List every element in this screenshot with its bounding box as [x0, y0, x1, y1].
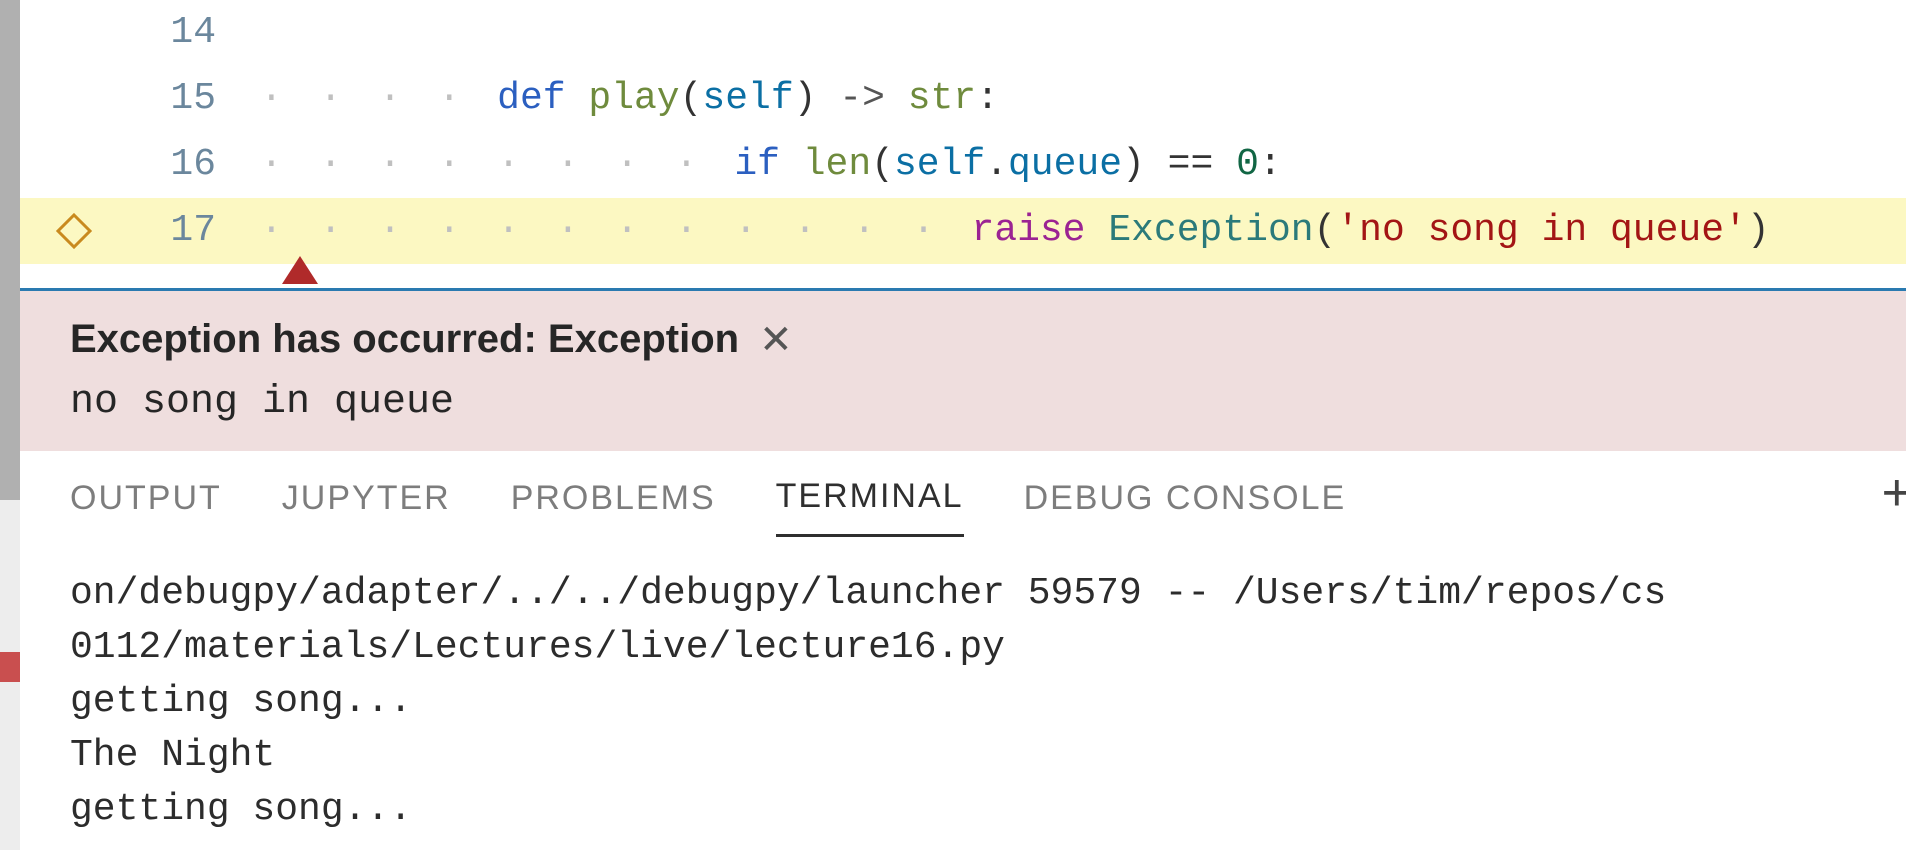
- exception-panel: Exception has occurred: Exception ✕ no s…: [20, 288, 1906, 451]
- terminal-output[interactable]: on/debugpy/adapter/../../debugpy/launche…: [70, 537, 1906, 837]
- code-content[interactable]: · · · · def play(self) -> str:: [260, 66, 1906, 132]
- tab-terminal[interactable]: TERMINAL: [776, 469, 964, 537]
- panel-tabs: OUTPUT JUPYTER PROBLEMS TERMINAL DEBUG C…: [70, 469, 1906, 537]
- tab-output[interactable]: OUTPUT: [70, 471, 222, 536]
- param-self: self: [702, 77, 793, 120]
- minimap-overview[interactable]: [0, 0, 20, 850]
- func-name: play: [588, 77, 679, 120]
- keyword-def: def: [497, 77, 565, 120]
- keyword-if: if: [734, 143, 780, 186]
- terminal-line: The Night: [70, 734, 275, 777]
- tab-jupyter[interactable]: JUPYTER: [282, 471, 451, 536]
- code-content[interactable]: · · · · · · · · · · · · raise Exception(…: [260, 198, 1906, 264]
- func-len: len: [803, 143, 871, 186]
- code-line-current[interactable]: 17 · · · · · · · · · · · · raise Excepti…: [20, 198, 1906, 264]
- attr-queue: queue: [1008, 143, 1122, 186]
- breakpoint-diamond-icon[interactable]: [56, 213, 92, 249]
- line-number: 17: [170, 198, 216, 264]
- code-line[interactable]: 14: [20, 0, 1906, 66]
- code-content[interactable]: · · · · · · · · if len(self.queue) == 0:: [260, 132, 1906, 198]
- bottom-panel: OUTPUT JUPYTER PROBLEMS TERMINAL DEBUG C…: [20, 451, 1906, 837]
- terminal-line: getting song...: [70, 680, 412, 723]
- class-exception: Exception: [1108, 209, 1313, 252]
- keyword-raise: raise: [971, 209, 1085, 252]
- string-literal: 'no song in queue': [1336, 209, 1746, 252]
- add-panel-icon[interactable]: +: [1882, 463, 1906, 523]
- line-number: 16: [170, 132, 216, 198]
- exception-message: no song in queue: [70, 380, 1876, 425]
- code-line[interactable]: 15 · · · · def play(self) -> str:: [20, 66, 1906, 132]
- overview-scroll-region[interactable]: [0, 0, 20, 500]
- line-number: 15: [170, 66, 216, 132]
- error-triangle-icon: [282, 256, 318, 284]
- code-line[interactable]: 16 · · · · · · · · if len(self.queue) ==…: [20, 132, 1906, 198]
- terminal-line: getting song...: [70, 788, 412, 831]
- return-type: str: [908, 77, 976, 120]
- code-editor[interactable]: 14 15 · · · · def play(self) -> str: 16 …: [20, 0, 1906, 264]
- terminal-line: 0112/materials/Lectures/live/lecture16.p…: [70, 626, 1005, 669]
- line-number: 14: [170, 0, 216, 66]
- literal-zero: 0: [1236, 143, 1259, 186]
- close-icon[interactable]: ✕: [759, 320, 793, 360]
- tab-problems[interactable]: PROBLEMS: [511, 471, 716, 536]
- tab-debug-console[interactable]: DEBUG CONSOLE: [1024, 471, 1347, 536]
- terminal-line: on/debugpy/adapter/../../debugpy/launche…: [70, 572, 1666, 615]
- overview-error-marker[interactable]: [0, 652, 20, 682]
- exception-title: Exception has occurred: Exception: [70, 317, 739, 362]
